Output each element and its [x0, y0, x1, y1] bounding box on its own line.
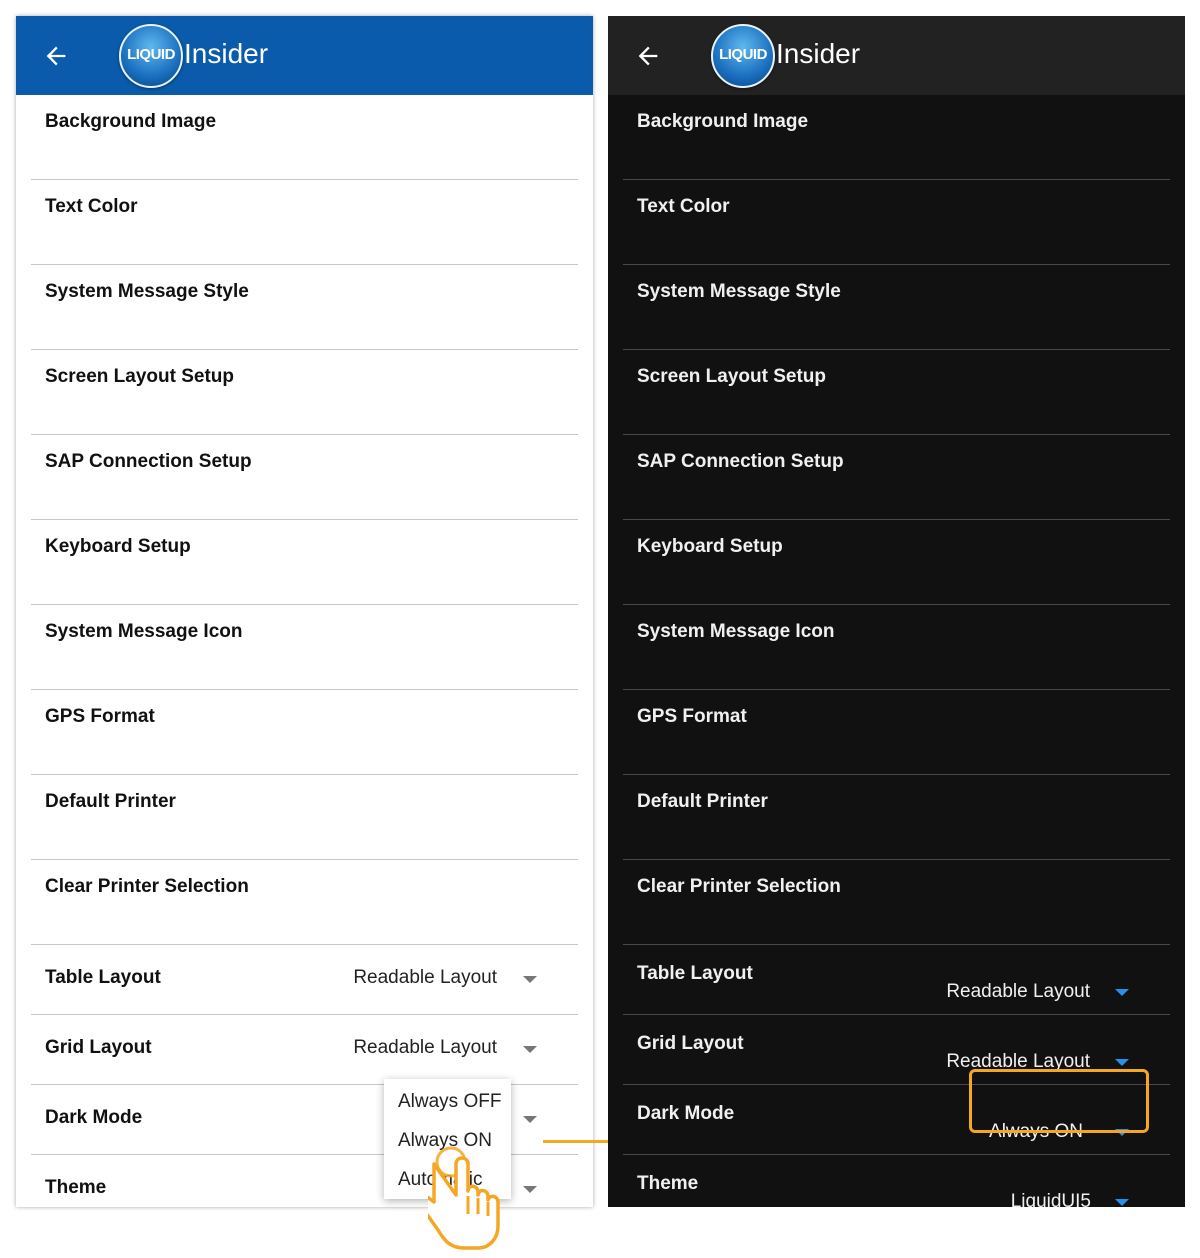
liquid-logo: LIQUID: [711, 24, 775, 88]
menu-item-label: GPS Format: [45, 706, 155, 727]
menu-item-label: Text Color: [45, 196, 138, 217]
menu-item-gps-format[interactable]: GPS Format: [31, 690, 578, 775]
menu-item-label: Text Color: [637, 196, 730, 217]
menu-item-label: System Message Style: [45, 281, 249, 302]
menu-item-screen-layout-setup[interactable]: Screen Layout Setup: [31, 350, 578, 435]
logo-text: LIQUID: [719, 46, 767, 63]
menu-item-screen-layout-setup[interactable]: Screen Layout Setup: [623, 350, 1170, 435]
menu-item-background-image[interactable]: Background Image: [31, 95, 578, 180]
menu-item-label: System Message Icon: [637, 621, 835, 642]
menu-item-system-message-style[interactable]: System Message Style: [31, 265, 578, 350]
dropdown-caret-icon[interactable]: [523, 1186, 537, 1193]
selection-highlight: [969, 1069, 1149, 1133]
menu-item-keyboard-setup[interactable]: Keyboard Setup: [31, 520, 578, 605]
select-value[interactable]: Readable Layout: [946, 981, 1090, 1003]
dark-mode-screen: LIQUID Insider Background Image Text Col…: [608, 16, 1185, 1207]
back-arrow-icon[interactable]: [42, 42, 70, 70]
setting-label: Dark Mode: [637, 1103, 735, 1124]
select-value[interactable]: Readable Layout: [353, 967, 497, 989]
menu-item-label: Background Image: [637, 111, 809, 132]
option-always-off[interactable]: Always OFF: [398, 1091, 501, 1113]
dropdown-caret-icon[interactable]: [1115, 1059, 1129, 1066]
setting-table-layout[interactable]: Table Layout Readable Layout: [623, 945, 1170, 1015]
menu-item-label: Keyboard Setup: [637, 536, 783, 557]
menu-item-default-printer[interactable]: Default Printer: [31, 775, 578, 860]
menu-item-label: Screen Layout Setup: [637, 366, 826, 387]
menu-item-clear-printer-selection[interactable]: Clear Printer Selection: [623, 860, 1170, 945]
menu-item-text-color[interactable]: Text Color: [623, 180, 1170, 265]
app-title: Insider: [184, 38, 269, 69]
menu-item-system-message-icon[interactable]: System Message Icon: [623, 605, 1170, 690]
menu-item-gps-format[interactable]: GPS Format: [623, 690, 1170, 775]
setting-label: Dark Mode: [45, 1107, 143, 1128]
back-arrow-icon[interactable]: [634, 42, 662, 70]
menu-item-keyboard-setup[interactable]: Keyboard Setup: [623, 520, 1170, 605]
menu-item-clear-printer-selection[interactable]: Clear Printer Selection: [31, 860, 578, 945]
menu-item-label: GPS Format: [637, 706, 747, 727]
setting-label: Grid Layout: [637, 1033, 744, 1054]
menu-item-label: Clear Printer Selection: [637, 876, 841, 897]
menu-item-label: Screen Layout Setup: [45, 366, 234, 387]
logo-text: LIQUID: [127, 46, 175, 63]
app-bar: LIQUID Insider: [16, 16, 593, 95]
app-title: Insider: [776, 38, 861, 69]
light-mode-screen: LIQUID Insider Background Image Text Col…: [16, 16, 593, 1207]
setting-label: Theme: [637, 1173, 699, 1194]
menu-item-system-message-icon[interactable]: System Message Icon: [31, 605, 578, 690]
app-bar: LIQUID Insider: [608, 16, 1185, 95]
dropdown-caret-icon[interactable]: [523, 976, 537, 983]
menu-item-system-message-style[interactable]: System Message Style: [623, 265, 1170, 350]
setting-label: Grid Layout: [45, 1037, 152, 1058]
menu-item-label: Default Printer: [45, 791, 176, 812]
setting-label: Table Layout: [637, 963, 753, 984]
menu-item-default-printer[interactable]: Default Printer: [623, 775, 1170, 860]
menu-item-label: SAP Connection Setup: [45, 451, 252, 472]
tap-hand-icon: [428, 1146, 500, 1250]
liquid-logo: LIQUID: [119, 24, 183, 88]
setting-label: Table Layout: [45, 967, 161, 988]
menu-item-background-image[interactable]: Background Image: [623, 95, 1170, 180]
dropdown-caret-icon[interactable]: [1115, 989, 1129, 996]
settings-list: Background Image Text Color System Messa…: [16, 95, 593, 1207]
dropdown-caret-icon[interactable]: [523, 1046, 537, 1053]
menu-item-sap-connection-setup[interactable]: SAP Connection Setup: [31, 435, 578, 520]
menu-item-label: System Message Style: [637, 281, 841, 302]
setting-label: Theme: [45, 1177, 107, 1198]
dropdown-caret-icon[interactable]: [1115, 1199, 1129, 1206]
menu-item-label: System Message Icon: [45, 621, 243, 642]
menu-item-label: SAP Connection Setup: [637, 451, 844, 472]
select-value[interactable]: LiquidUI5: [1011, 1191, 1091, 1207]
menu-item-sap-connection-setup[interactable]: SAP Connection Setup: [623, 435, 1170, 520]
menu-item-text-color[interactable]: Text Color: [31, 180, 578, 265]
setting-theme[interactable]: Theme LiquidUI5: [623, 1155, 1170, 1207]
menu-item-label: Keyboard Setup: [45, 536, 191, 557]
select-value[interactable]: Readable Layout: [353, 1037, 497, 1059]
menu-item-label: Clear Printer Selection: [45, 876, 249, 897]
settings-list: Background Image Text Color System Messa…: [608, 95, 1185, 1207]
setting-table-layout[interactable]: Table Layout Readable Layout: [31, 945, 578, 1015]
setting-grid-layout[interactable]: Grid Layout Readable Layout: [31, 1015, 578, 1085]
menu-item-label: Background Image: [45, 111, 217, 132]
dropdown-caret-icon[interactable]: [523, 1116, 537, 1123]
menu-item-label: Default Printer: [637, 791, 768, 812]
